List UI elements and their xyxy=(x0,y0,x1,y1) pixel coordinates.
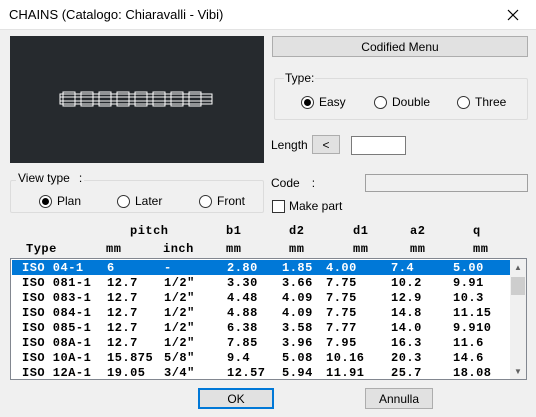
col-header-d2: d2 xyxy=(289,224,305,238)
cancel-button[interactable]: Annulla xyxy=(365,388,433,409)
code-label: Code: xyxy=(271,176,316,190)
type-easy-radio[interactable]: Easy xyxy=(301,95,346,109)
checkbox-icon xyxy=(272,199,285,213)
table-row[interactable]: ISO 084-1 12.7 1/2" 4.88 4.09 7.75 14.8 11.15 xyxy=(12,305,512,320)
radio-unselected-icon xyxy=(117,194,130,208)
col-unit-q: mm xyxy=(473,242,489,256)
ok-button[interactable]: OK xyxy=(198,388,274,409)
scroll-down-button[interactable]: ▼ xyxy=(510,363,526,379)
col-unit-b1: mm xyxy=(226,242,242,256)
length-decrease-label: < xyxy=(322,137,330,152)
type-double-radio[interactable]: Double xyxy=(374,95,430,109)
table-row[interactable]: ISO 04-1 6-2.80 1.85 4.00 7.4 5.00 xyxy=(12,260,512,275)
length-label: Length xyxy=(271,138,308,152)
radio-unselected-icon xyxy=(199,194,212,208)
close-icon xyxy=(507,9,519,21)
radio-unselected-icon xyxy=(374,95,387,109)
view-plan-label: Plan xyxy=(57,194,82,208)
col-unit-pitch-mm: mm xyxy=(106,242,122,256)
close-button[interactable] xyxy=(490,0,536,30)
radio-selected-icon xyxy=(301,95,314,109)
view-plan-radio[interactable]: Plan xyxy=(39,194,81,208)
chevron-up-icon: ▲ xyxy=(514,262,522,272)
scroll-up-button[interactable]: ▲ xyxy=(510,259,526,275)
length-input[interactable] xyxy=(351,136,406,155)
code-field[interactable] xyxy=(365,174,528,192)
col-unit-pitch-inch: inch xyxy=(163,242,194,256)
type-group-label: Type: xyxy=(284,71,316,85)
view-front-radio[interactable]: Front xyxy=(199,194,245,208)
col-unit-d2: mm xyxy=(289,242,305,256)
table-row[interactable]: ISO 10A-1 15.875 5/8" 9.4 5.08 10.16 20.3 14.6 xyxy=(12,350,512,365)
ok-label: OK xyxy=(227,391,245,406)
table-row[interactable]: ISO 085-1 12.7 1/2" 6.38 3.58 7.77 14.0 9.910 xyxy=(12,320,512,335)
col-header-b1: b1 xyxy=(226,224,242,238)
col-header-type: Type xyxy=(26,242,57,256)
col-unit-d1: mm xyxy=(353,242,369,256)
make-part-checkbox[interactable]: Make part xyxy=(272,199,342,213)
title-bar: CHAINS (Catalogo: Chiaravalli - Vibi) xyxy=(0,0,536,30)
window-title: CHAINS (Catalogo: Chiaravalli - Vibi) xyxy=(9,7,224,22)
table-row[interactable]: ISO 081-1 12.7 1/2" 3.30 3.66 7.75 10.2 9.91 xyxy=(12,275,512,290)
chevron-down-icon: ▼ xyxy=(514,366,522,376)
codified-menu-button[interactable]: Codified Menu xyxy=(272,36,528,57)
length-decrease-button[interactable]: < xyxy=(312,135,340,154)
type-three-radio[interactable]: Three xyxy=(457,95,506,109)
type-three-label: Three xyxy=(475,95,507,109)
codified-menu-label: Codified Menu xyxy=(361,39,439,54)
col-header-pitch: pitch xyxy=(130,224,169,238)
col-header-d1: d1 xyxy=(353,224,369,238)
view-later-radio[interactable]: Later xyxy=(117,194,162,208)
col-header-a2: a2 xyxy=(410,224,426,238)
chain-preview xyxy=(10,36,264,163)
type-double-label: Double xyxy=(392,95,431,109)
chain-drawing xyxy=(59,91,213,107)
col-unit-a2: mm xyxy=(410,242,426,256)
table-row[interactable]: ISO 083-1 12.7 1/2" 4.48 4.09 7.75 12.9 10.3 xyxy=(12,290,512,305)
radio-selected-icon xyxy=(39,194,52,208)
view-type-label: View type: xyxy=(16,171,85,185)
type-easy-label: Easy xyxy=(319,95,346,109)
radio-unselected-icon xyxy=(457,95,470,109)
list-scrollbar[interactable]: ▲ ▼ xyxy=(510,259,526,379)
make-part-label: Make part xyxy=(289,199,343,213)
table-row[interactable]: ISO 12A-1 19.05 3/4" 12.57 5.94 11.91 25.7 18.0… xyxy=(12,365,512,379)
scroll-thumb[interactable] xyxy=(511,277,525,295)
col-header-q: q xyxy=(473,224,481,238)
view-front-label: Front xyxy=(217,194,246,208)
table-row[interactable]: ISO 08A-1 12.7 1/2" 7.85 3.96 7.95 16.3 11.6 xyxy=(12,335,512,350)
view-later-label: Later xyxy=(135,194,163,208)
chain-list[interactable]: ISO 04-1 6-2.80 1.85 4.00 7.4 5.00 ISO 081-1 1… xyxy=(10,258,527,380)
cancel-label: Annulla xyxy=(378,391,420,406)
